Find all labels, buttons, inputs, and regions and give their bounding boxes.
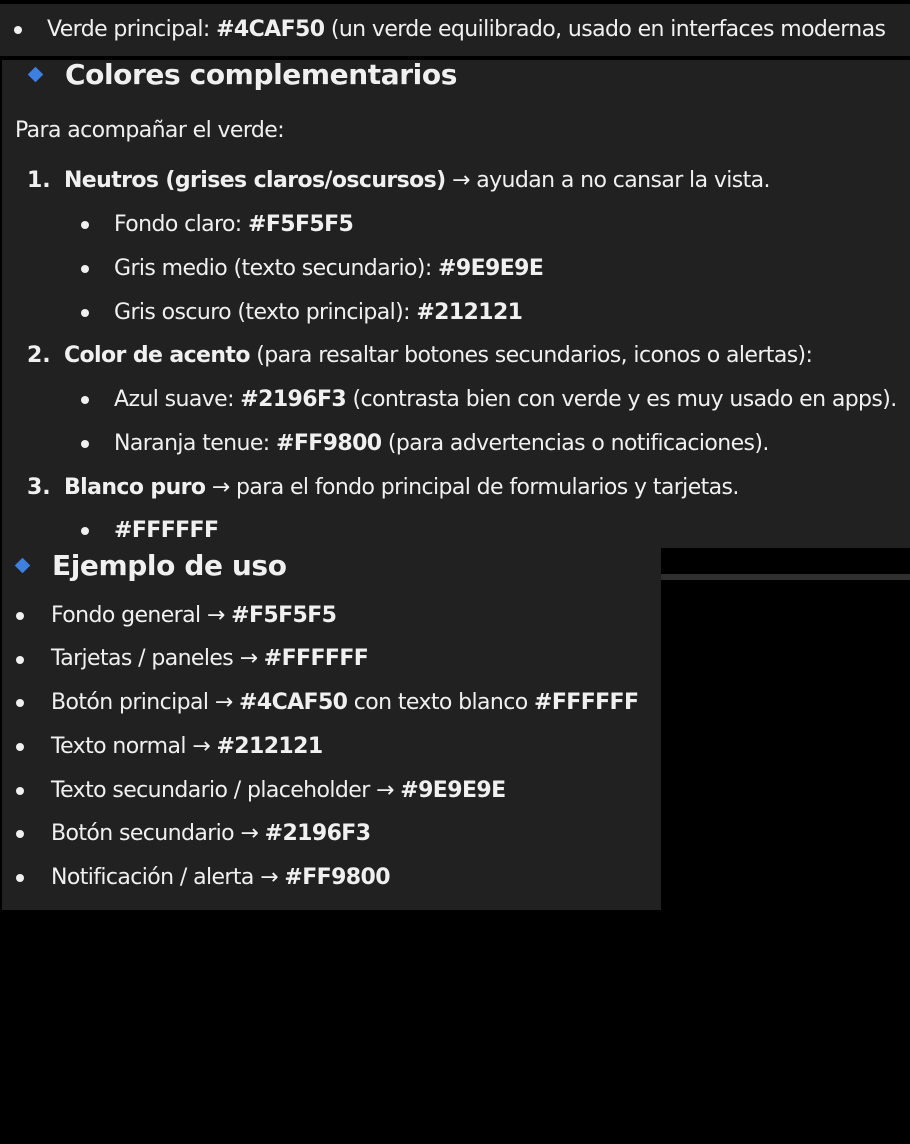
list-item: Botón principal → #4CAF50 con texto blan… xyxy=(51,688,639,718)
item-label: Naranja tenue: xyxy=(114,431,276,456)
item-label: Botón principal → xyxy=(51,690,240,715)
group-title: Blanco puro xyxy=(64,475,206,500)
bullet-icon xyxy=(16,787,24,795)
section-heading: Colores complementarios xyxy=(65,60,457,91)
bullet-icon xyxy=(16,743,24,751)
bullet-icon xyxy=(16,830,24,838)
bullet-icon xyxy=(16,612,24,620)
list-number: 2. xyxy=(27,343,51,368)
color-code: #FFFFFF xyxy=(534,690,639,715)
item-rest: (contrasta bien con verde y es muy usado… xyxy=(346,387,898,412)
item-label: Gris medio (texto secundario): xyxy=(114,256,439,281)
color-code: #F5F5F5 xyxy=(248,212,354,237)
group-title-neutros: Neutros (grises claros/oscursos) → ayuda… xyxy=(64,166,771,196)
item-rest: (un verde equilibrado, usado en interfac… xyxy=(324,17,886,42)
group-title: Color de acento xyxy=(64,343,250,368)
bullet-icon xyxy=(14,26,22,34)
color-code: #2196F3 xyxy=(240,387,347,412)
bullet-icon xyxy=(81,265,89,273)
list-item: Texto secundario / placeholder → #9E9E9E xyxy=(51,776,506,806)
section-intro: Para acompañar el verde: xyxy=(15,118,285,143)
color-code: #FF9800 xyxy=(284,865,390,890)
list-item: Botón secundario → #2196F3 xyxy=(51,819,371,849)
list-item: Fondo claro: #F5F5F5 xyxy=(114,210,354,240)
bullet-icon xyxy=(16,699,24,707)
item-label: Gris oscuro (texto principal): xyxy=(114,300,417,325)
list-number: 3. xyxy=(27,475,51,500)
color-code: #4CAF50 xyxy=(239,690,348,715)
item-label: Botón secundario → xyxy=(51,821,265,846)
list-item: Azul suave: #2196F3 (contrasta bien con … xyxy=(114,385,897,415)
item-label: Texto secundario / placeholder → xyxy=(51,778,401,803)
list-item: Naranja tenue: #FF9800 (para advertencia… xyxy=(114,429,769,459)
group-rest: → ayudan a no cansar la vista. xyxy=(445,168,771,193)
color-code: #212121 xyxy=(216,734,323,759)
list-item: Tarjetas / paneles → #FFFFFF xyxy=(51,644,369,674)
item-label: Azul suave: xyxy=(114,387,241,412)
item-rest: (para advertencias o notificaciones). xyxy=(381,431,769,456)
bullet-icon xyxy=(81,309,89,317)
bullet-icon xyxy=(16,874,24,882)
bullet-icon xyxy=(81,440,89,448)
top-panel: Verde principal: #4CAF50 (un verde equil… xyxy=(0,4,910,56)
section-heading: Ejemplo de uso xyxy=(52,549,287,582)
item-label: Texto normal → xyxy=(51,734,217,759)
list-item: Texto normal → #212121 xyxy=(51,732,323,762)
complementary-colors-panel: Colores complementarios Para acompañar e… xyxy=(2,60,910,548)
group-title-blanco: Blanco puro → para el fondo principal de… xyxy=(64,473,739,503)
diamond-icon xyxy=(14,557,31,574)
list-item: Gris oscuro (texto principal): #212121 xyxy=(114,298,523,328)
list-item: Gris medio (texto secundario): #9E9E9E xyxy=(114,254,544,284)
list-item: Fondo general → #F5F5F5 xyxy=(51,601,337,631)
color-code: #9E9E9E xyxy=(438,256,544,281)
item-rest: con texto blanco xyxy=(347,690,534,715)
bullet-icon xyxy=(81,527,89,535)
group-rest: (para resaltar botones secundarios, icon… xyxy=(249,343,813,368)
color-code: #9E9E9E xyxy=(400,778,506,803)
diamond-icon xyxy=(27,66,44,83)
color-code: #212121 xyxy=(416,300,523,325)
item-label: Verde principal: xyxy=(47,17,217,42)
color-code: #2196F3 xyxy=(264,821,371,846)
color-code: #FF9800 xyxy=(275,431,382,456)
list-item: Notificación / alerta → #FF9800 xyxy=(51,863,391,893)
group-rest: → para el fondo principal de formularios… xyxy=(205,475,740,500)
bullet-icon xyxy=(16,656,24,664)
usage-example-panel: Ejemplo de uso Fondo general → #F5F5F5 T… xyxy=(2,548,661,910)
color-code: #FFFFFF xyxy=(114,518,219,543)
item-label: Fondo claro: xyxy=(114,212,249,237)
bullet-icon xyxy=(81,396,89,404)
list-item: #FFFFFF xyxy=(114,516,219,546)
item-label: Fondo general → xyxy=(51,603,232,628)
color-code: #F5F5F5 xyxy=(231,603,337,628)
group-title: Neutros (grises claros/oscursos) xyxy=(64,168,446,193)
bullet-icon xyxy=(81,221,89,229)
color-code: #FFFFFF xyxy=(263,646,369,671)
list-item-verde-principal: Verde principal: #4CAF50 (un verde equil… xyxy=(47,15,886,45)
divider xyxy=(661,574,910,580)
item-label: Tarjetas / paneles → xyxy=(51,646,264,671)
group-title-acento: Color de acento (para resaltar botones s… xyxy=(64,341,813,371)
item-label: Notificación / alerta → xyxy=(51,865,285,890)
color-code: #4CAF50 xyxy=(216,17,325,42)
list-number: 1. xyxy=(27,168,51,193)
